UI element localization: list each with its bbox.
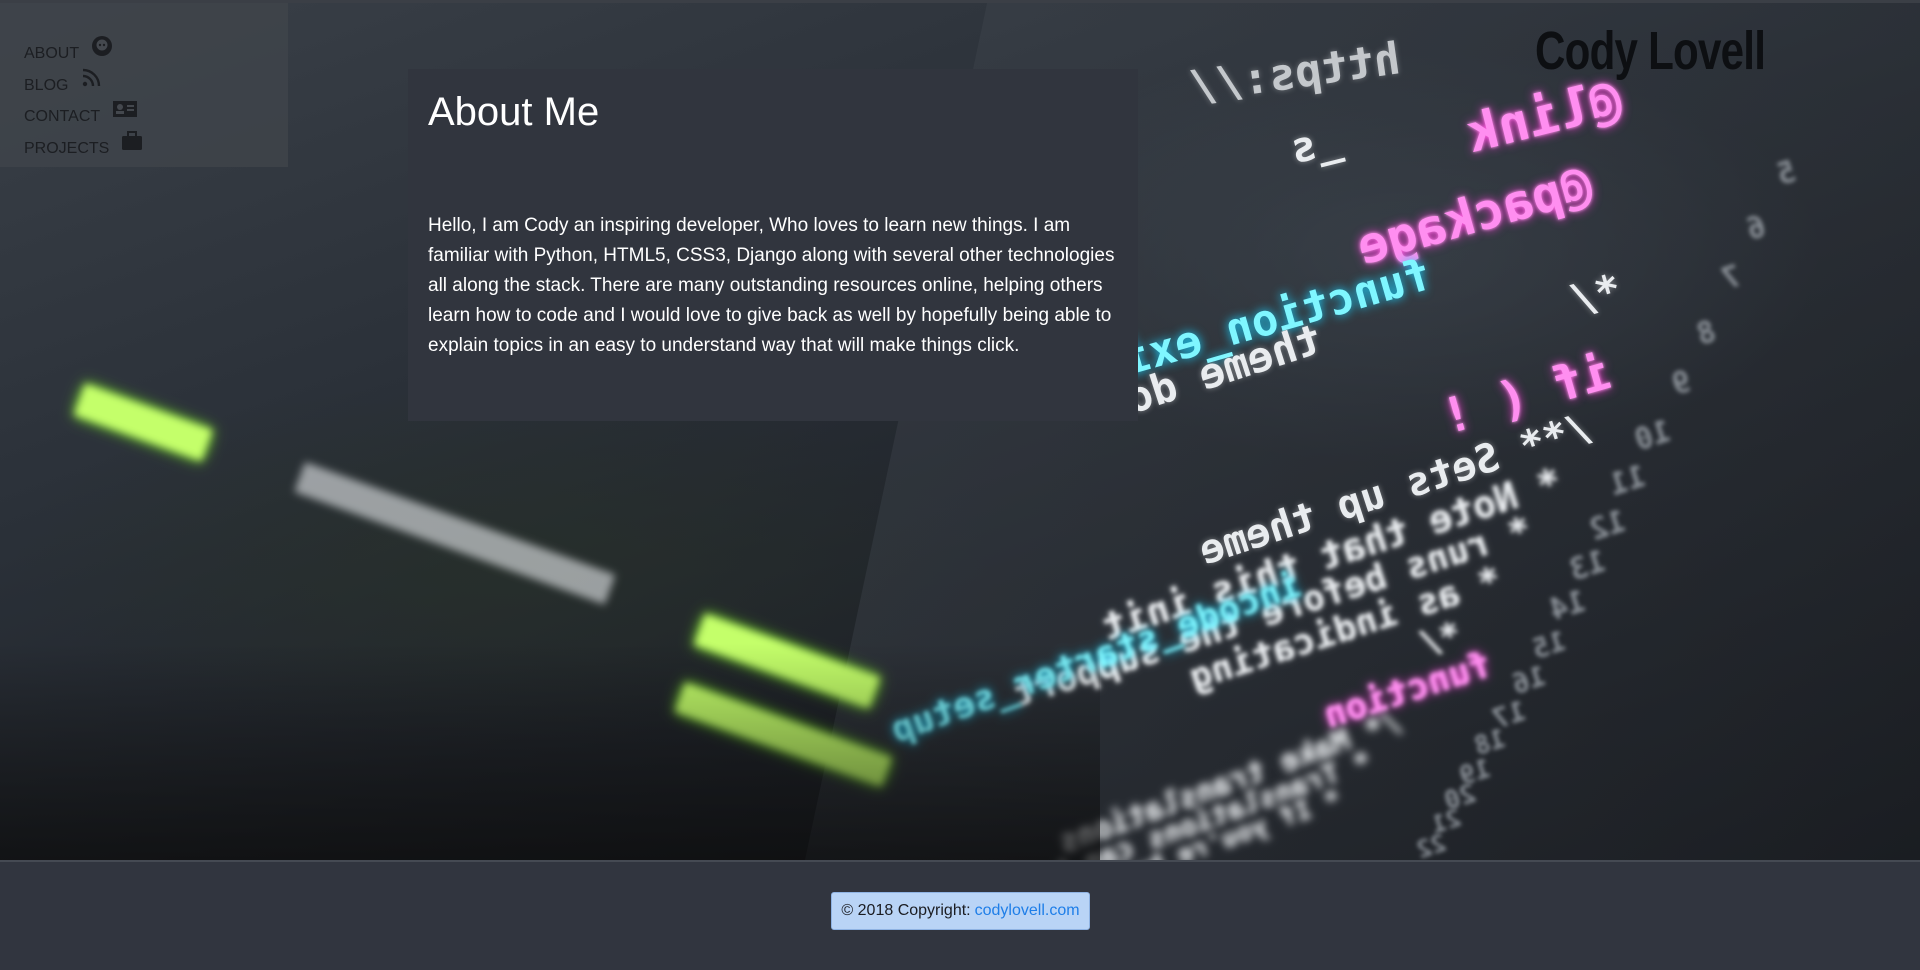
bg-code-line: █████████████████████ [294, 463, 615, 605]
keyboard-shadow [0, 643, 1100, 860]
main-nav: ABOUT BLOG CONTACT PROJECTS [0, 3, 288, 167]
nav-contact[interactable]: CONTACT [0, 94, 288, 126]
contact-card-icon [112, 98, 138, 120]
github-octocat-icon [91, 35, 113, 57]
site-brand[interactable]: Cody Lovell [1535, 20, 1766, 82]
rss-icon [80, 67, 102, 89]
nav-about[interactable]: ABOUT [0, 31, 288, 63]
copyright-box: © 2018 Copyright: codylovell.com [831, 892, 1090, 930]
about-body: Hello, I am Cody an inspiring developer,… [428, 215, 1115, 356]
briefcase-icon [121, 130, 143, 152]
nav-about-label: ABOUT [24, 45, 80, 62]
site-link[interactable]: codylovell.com [975, 902, 1080, 920]
about-card: About Me Hello, I am Cody an inspiring d… [408, 69, 1138, 421]
about-title: About Me [428, 90, 600, 134]
nav-blog[interactable]: BLOG [0, 63, 288, 95]
page-footer: © 2018 Copyright: codylovell.com [0, 860, 1920, 970]
nav-blog-label: BLOG [24, 76, 69, 94]
copyright-text: © 2018 Copyright: [841, 902, 971, 919]
nav-projects-label: PROJECTS [24, 139, 110, 157]
bg-code-line: ████████ [74, 383, 213, 462]
nav-projects[interactable]: PROJECTS [0, 126, 288, 158]
nav-contact-label: CONTACT [24, 108, 101, 125]
